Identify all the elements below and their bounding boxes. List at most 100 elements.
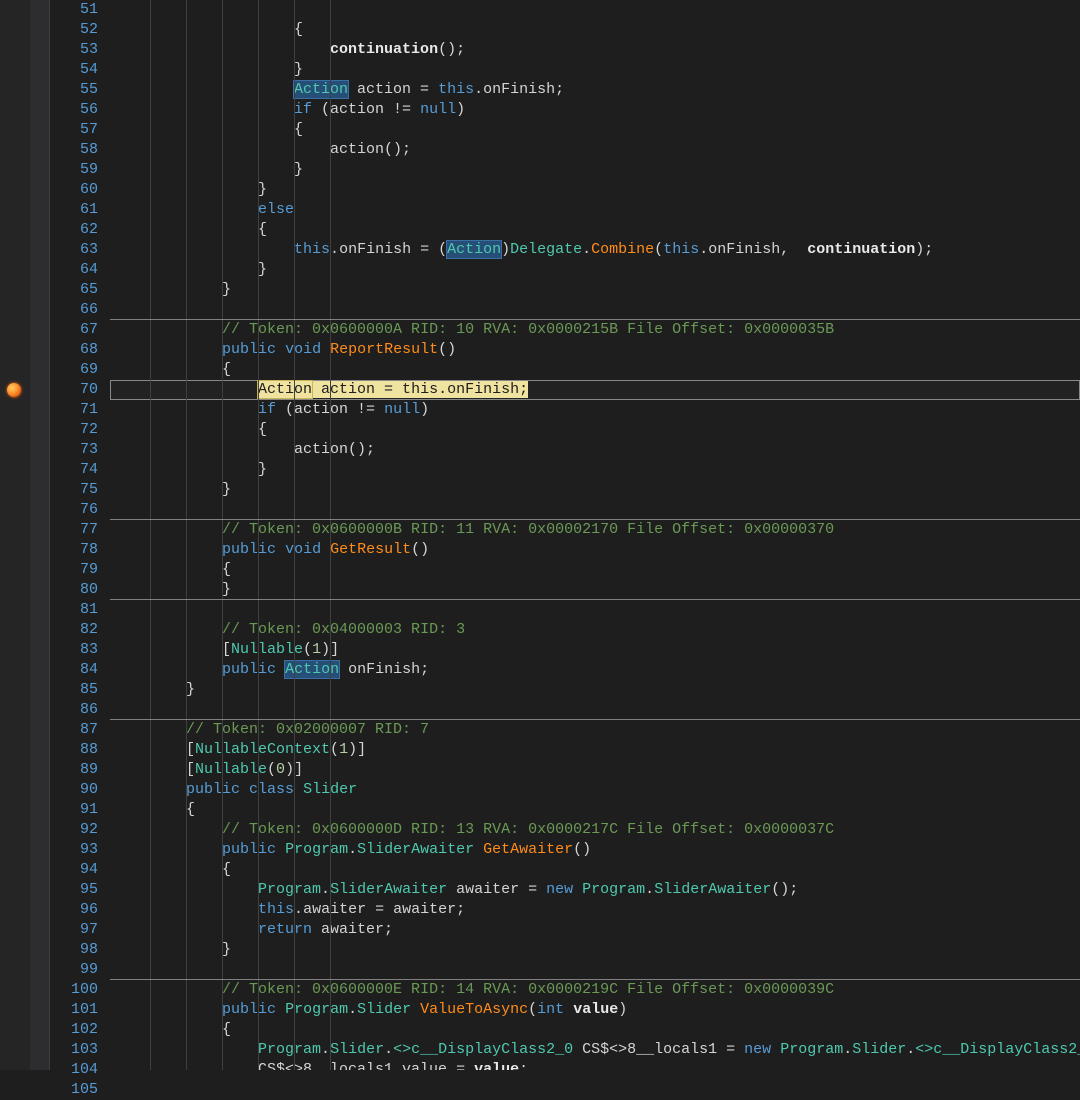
code-line[interactable]: else (110, 200, 1080, 220)
token-pun (276, 541, 285, 558)
code-line[interactable]: } (110, 940, 1080, 960)
token-type: Slider (330, 1041, 384, 1058)
code-line[interactable]: // Token: 0x0600000B RID: 11 RVA: 0x0000… (110, 520, 1080, 540)
token-pun (276, 661, 285, 678)
code-line[interactable]: [NullableContext(1)] (110, 740, 1080, 760)
token-pun: . (906, 1041, 915, 1058)
line-number: 76 (50, 500, 98, 520)
code-line[interactable]: { (110, 560, 1080, 580)
code-line[interactable]: } (110, 680, 1080, 700)
code-line[interactable]: } (110, 580, 1080, 600)
token-pun: } (114, 161, 303, 178)
line-number: 88 (50, 740, 98, 760)
code-line[interactable]: this.onFinish = (Action)Delegate.Combine… (110, 240, 1080, 260)
token-type: Program (285, 1001, 348, 1018)
code-line[interactable]: Program.Slider.<>c__DisplayClass2_0 CS$<… (110, 1040, 1080, 1060)
code-line[interactable]: { (110, 120, 1080, 140)
code-line[interactable]: } (110, 180, 1080, 200)
code-line[interactable]: if (action != null) (110, 100, 1080, 120)
token-pun: (); (771, 881, 798, 898)
token-kw: public (186, 781, 240, 798)
line-number: 73 (50, 440, 98, 460)
code-line[interactable]: // Token: 0x04000003 RID: 3 (110, 620, 1080, 640)
code-line[interactable]: public void ReportResult() (110, 340, 1080, 360)
code-line[interactable]: if (action != null) (110, 400, 1080, 420)
code-line[interactable]: public Action onFinish; (110, 660, 1080, 680)
code-line[interactable]: // Token: 0x0600000D RID: 13 RVA: 0x0000… (110, 820, 1080, 840)
member-separator (110, 599, 1080, 600)
token-pun (114, 101, 294, 118)
code-line[interactable]: } (110, 160, 1080, 180)
token-pun (339, 661, 348, 678)
code-line[interactable]: [Nullable(0)] (110, 760, 1080, 780)
code-line[interactable]: } (110, 60, 1080, 80)
code-line[interactable]: Program.SliderAwaiter awaiter = new Prog… (110, 880, 1080, 900)
code-editor[interactable]: 5152535455565758596061626364656667686970… (0, 0, 1080, 1070)
token-pun: CS$<>8__locals1 = (573, 1041, 744, 1058)
code-line[interactable]: { (110, 220, 1080, 240)
code-line[interactable]: continuation(); (110, 40, 1080, 60)
token-pun: } (114, 181, 267, 198)
token-pun (114, 661, 222, 678)
code-line[interactable]: return awaiter; (110, 920, 1080, 940)
token-type: Program (285, 841, 348, 858)
code-line[interactable] (110, 0, 1080, 20)
line-number: 93 (50, 840, 98, 860)
code-line[interactable] (110, 700, 1080, 720)
code-area[interactable]: { continuation(); } Action action = this… (110, 0, 1080, 1070)
code-line[interactable]: this.awaiter = awaiter; (110, 900, 1080, 920)
token-pun (276, 1001, 285, 1018)
code-line[interactable]: { (110, 860, 1080, 880)
code-line[interactable]: Action action = this.onFinish; (110, 380, 1080, 400)
code-line[interactable]: { (110, 360, 1080, 380)
token-selY: action = this.onFinish; (312, 381, 528, 398)
code-line[interactable]: // Token: 0x02000007 RID: 7 (110, 720, 1080, 740)
code-line[interactable] (110, 300, 1080, 320)
code-line[interactable]: } (110, 460, 1080, 480)
code-line[interactable] (110, 500, 1080, 520)
token-num: 1 (312, 641, 321, 658)
token-pun: () (573, 841, 591, 858)
token-pun: } (114, 461, 267, 478)
code-line[interactable]: action(); (110, 440, 1080, 460)
token-pun: ; (519, 1061, 528, 1070)
token-pun: { (114, 21, 303, 38)
token-mtdO: ValueToAsync (420, 1001, 528, 1018)
code-line[interactable]: public Program.SliderAwaiter GetAwaiter(… (110, 840, 1080, 860)
token-pun (114, 1001, 222, 1018)
code-line[interactable]: CS$<>8__locals1.value = value; (110, 1060, 1080, 1070)
code-line[interactable]: } (110, 280, 1080, 300)
code-line[interactable]: { (110, 800, 1080, 820)
code-line[interactable]: public void GetResult() (110, 540, 1080, 560)
code-line[interactable]: // Token: 0x0600000E RID: 14 RVA: 0x0000… (110, 980, 1080, 1000)
line-number: 90 (50, 780, 98, 800)
token-pun: () (438, 341, 456, 358)
line-number: 105 (50, 1080, 98, 1100)
code-line[interactable]: public class Slider (110, 780, 1080, 800)
token-pun (114, 401, 258, 418)
token-mtdO: ReportResult (330, 341, 438, 358)
code-line[interactable]: [Nullable(1)] (110, 640, 1080, 660)
code-line[interactable]: // Token: 0x0600000A RID: 10 RVA: 0x0000… (110, 320, 1080, 340)
token-pun (294, 781, 303, 798)
code-line[interactable]: { (110, 1020, 1080, 1040)
token-pun: { (114, 121, 303, 138)
code-line[interactable] (110, 600, 1080, 620)
code-line[interactable]: } (110, 260, 1080, 280)
breakpoint-margin[interactable] (0, 0, 30, 1070)
code-line[interactable]: Action action = this.onFinish; (110, 80, 1080, 100)
line-number: 63 (50, 240, 98, 260)
token-str: // Token: 0x02000007 RID: 7 (186, 721, 429, 738)
code-line[interactable]: action(); (110, 140, 1080, 160)
line-number: 81 (50, 600, 98, 620)
token-pun: . (843, 1041, 852, 1058)
token-pun: [ (114, 741, 195, 758)
token-pun (114, 901, 258, 918)
code-line[interactable] (110, 960, 1080, 980)
code-line[interactable]: { (110, 420, 1080, 440)
breakpoint-icon[interactable] (7, 383, 21, 397)
code-line[interactable]: } (110, 480, 1080, 500)
code-line[interactable]: public Program.Slider ValueToAsync(int v… (110, 1000, 1080, 1020)
code-line[interactable]: { (110, 20, 1080, 40)
token-pun (321, 541, 330, 558)
